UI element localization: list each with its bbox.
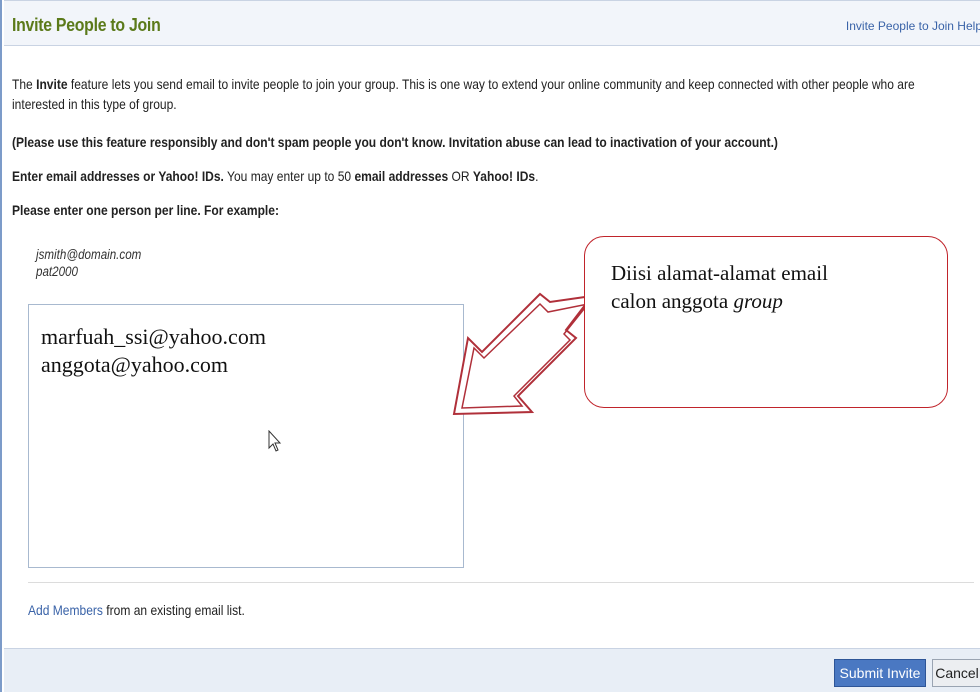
example-item: pat2000 (36, 264, 78, 279)
instruction-bold2: email addresses (354, 168, 449, 184)
action-bar: Submit Invite Cancel (4, 648, 980, 692)
instruction-text3: . (535, 168, 539, 184)
intro-post: feature lets you send email to invite pe… (12, 76, 915, 112)
annotation-callout: Diisi alamat-alamat email calon anggota … (584, 236, 948, 408)
add-members-text: from an existing email list. (102, 602, 245, 618)
per-line-text: Please enter one person per line. For ex… (12, 202, 279, 218)
callout-line2-plain: calon anggota (611, 289, 734, 313)
callout-line2: calon anggota group (611, 287, 921, 315)
intro-pre: The (12, 76, 37, 92)
warning-text: (Please use this feature responsibly and… (12, 134, 778, 150)
intro-paragraph: The Invite feature lets you send email t… (12, 74, 915, 114)
example-list: jsmith@domain.com pat2000 (36, 246, 141, 280)
instruction-bold1: Enter email addresses or Yahoo! IDs. (12, 168, 224, 184)
submit-invite-button[interactable]: Submit Invite (834, 659, 926, 687)
callout-arrow-icon (452, 292, 595, 416)
invite-panel: Invite People to Join Invite People to J… (0, 0, 980, 692)
page-title: Invite People to Join (12, 15, 161, 35)
email-addresses-textarea[interactable]: marfuah_ssi@yahoo.com anggota@yahoo.com (28, 304, 464, 568)
callout-line1: Diisi alamat-alamat email (611, 261, 828, 285)
instruction-bold3: Yahoo! IDs (472, 168, 536, 184)
textarea-line: anggota@yahoo.com (41, 352, 229, 377)
help-link[interactable]: Invite People to Join Help (846, 19, 980, 33)
instruction-text1: You may enter up to 50 (223, 168, 355, 184)
add-members-link[interactable]: Add Members (28, 602, 103, 618)
textarea-line: marfuah_ssi@yahoo.com (41, 324, 266, 349)
callout-line2-italic: group (733, 289, 783, 313)
instruction-text2: OR (448, 168, 473, 184)
cancel-button[interactable]: Cancel (932, 659, 980, 687)
instruction-text: Enter email addresses or Yahoo! IDs. You… (12, 166, 829, 186)
example-item: jsmith@domain.com (36, 247, 142, 262)
panel-header: Invite People to Join Invite People to J… (4, 0, 980, 46)
divider (28, 582, 974, 583)
add-members-line: Add Members from an existing email list. (28, 602, 245, 618)
mouse-cursor-icon (268, 430, 282, 452)
intro-bold: Invite (36, 76, 68, 92)
